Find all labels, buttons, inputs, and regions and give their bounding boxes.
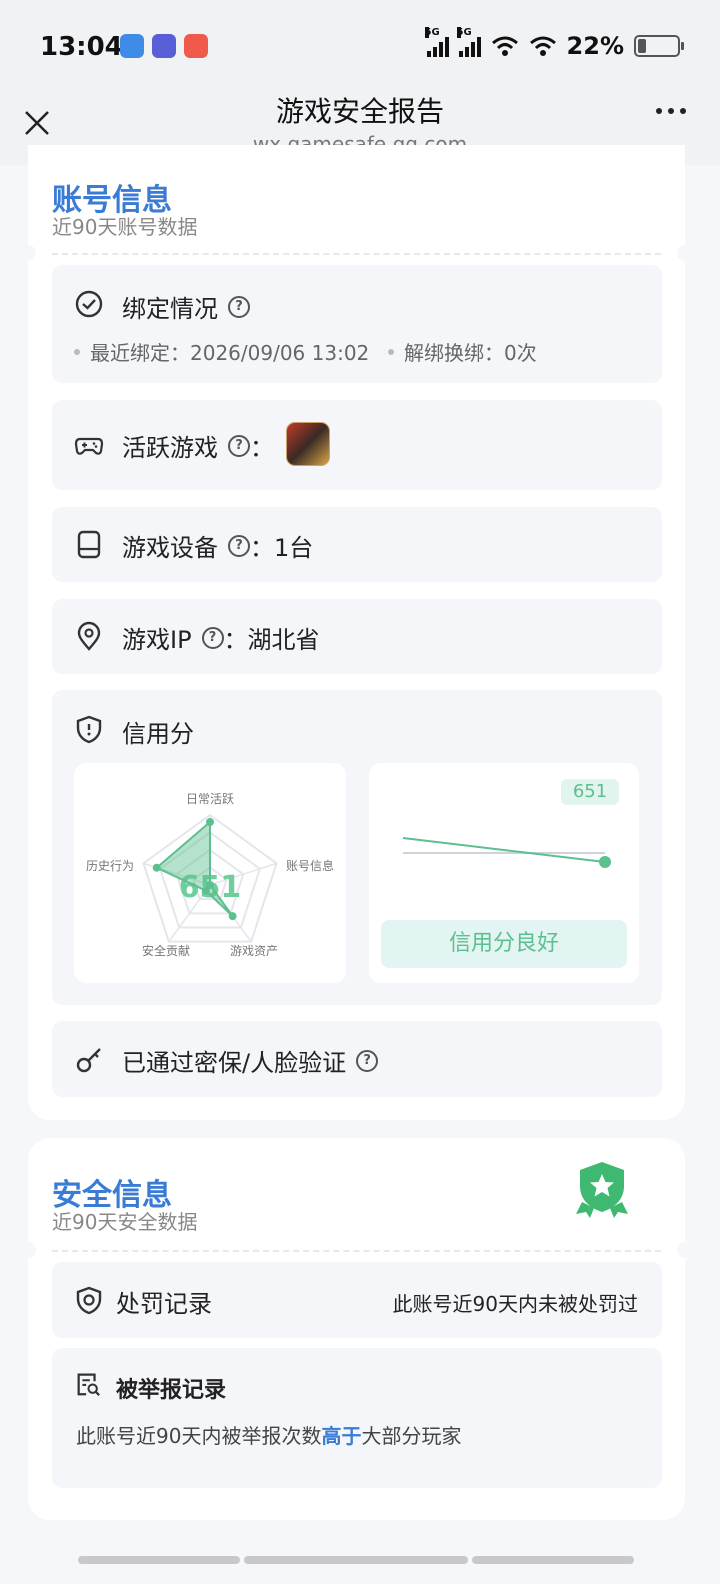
binding-label: 绑定情况 [122, 295, 218, 323]
status-right: 5G 5G 22% [424, 27, 684, 60]
cell-signal-icon-2: 5G [456, 27, 481, 57]
ip-label: 游戏IP [122, 626, 192, 654]
radar-point [152, 863, 161, 872]
credit-trend-chart [402, 837, 611, 868]
active-game-label-row: 活跃游戏 ? ： [122, 428, 274, 463]
card-notch-left [20, 245, 36, 261]
account-section-subtitle: 近90天账号数据 [52, 215, 198, 239]
status-bar: 13:04 5G 5G 22% [0, 0, 720, 90]
score-badge: 651 [561, 779, 619, 805]
shield-alert-icon [76, 715, 102, 744]
tablet-device-icon [77, 530, 101, 559]
active-game-colon: ： [250, 434, 274, 462]
help-icon[interactable]: ? [201, 626, 224, 649]
wifi-icon [491, 36, 518, 56]
shield-check-icon [76, 1286, 102, 1315]
key-icon [76, 1048, 101, 1073]
status-time: 13:04 [40, 32, 123, 62]
status-app-icons [120, 34, 208, 58]
ip-value: ：湖北省 [223, 626, 320, 654]
divider [52, 253, 661, 255]
bottom-scroll-indicator [78, 1556, 240, 1564]
card-notch-left [20, 1242, 36, 1258]
document-search-icon [77, 1373, 100, 1396]
report-text-suffix: 大部分玩家 [361, 1424, 462, 1448]
wifi-icon-2 [529, 36, 556, 56]
report-summary: 此账号近90天内被举报次数高于大部分玩家 [76, 1420, 461, 1449]
active-game-block: 活跃游戏 ? ： [52, 400, 662, 490]
recent-bind-text: 最近绑定：2026/09/06 13:02 [90, 341, 370, 365]
security-info-card: 安全信息 近90天安全数据 处罚记录 此账号近90天内未被处罚过 被举报记录 此… [20, 1138, 693, 1520]
security-badge-icon [576, 1162, 628, 1218]
page-title: 游戏安全报告 [275, 95, 444, 128]
cell-signal-icon: 5G [424, 27, 449, 57]
radar-point [228, 912, 237, 921]
binding-label-row: 绑定情况 ? [122, 289, 250, 324]
shop-app-icon [184, 34, 208, 58]
check-circle-icon [75, 290, 103, 318]
report-label: 被举报记录 [116, 1378, 227, 1403]
verification-block: 已通过密保/人脸验证 ? [52, 1021, 662, 1097]
divider [52, 1250, 661, 1252]
verification-label-row: 已通过密保/人脸验证 ? [122, 1043, 379, 1078]
active-game-label: 活跃游戏 [122, 434, 218, 462]
security-section-subtitle: 近90天安全数据 [52, 1210, 198, 1234]
credit-radar-chart: 651日常活跃账号信息游戏资产安全贡献历史行为 [86, 792, 334, 958]
credit-label: 信用分 [122, 720, 194, 748]
help-icon[interactable]: ? [228, 295, 250, 318]
help-icon[interactable]: ? [228, 534, 250, 557]
more-menu-icon[interactable] [656, 108, 686, 114]
battery-icon [634, 35, 684, 57]
ip-label-row: 游戏IP ? ：湖北省 [122, 620, 320, 655]
game-app-icon[interactable] [286, 422, 330, 466]
message-app-icon [120, 34, 144, 58]
binding-block: 绑定情况 ? 最近绑定：2026/09/06 13:02 解绑换绑：0次 [52, 265, 662, 383]
device-label: 游戏设备 [122, 534, 218, 562]
credit-score-block: 信用分 651 日常活跃账号信息游戏资产 安全贡献 历史行为 651 信用分良好 [52, 690, 662, 1005]
robot-app-icon [152, 34, 176, 58]
account-info-card: 账号信息 近90天账号数据 绑定情况 ? 最近绑定：2026/09/06 13:… [20, 145, 693, 1120]
bottom-scroll-indicator-3 [472, 1556, 634, 1564]
card-notch-right [677, 1242, 693, 1258]
penalty-value: 此账号近90天内未被处罚过 [392, 1292, 638, 1316]
verification-label: 已通过密保/人脸验证 [122, 1049, 347, 1077]
report-record-block[interactable]: 被举报记录 此账号近90天内被举报次数高于大部分玩家 [52, 1348, 662, 1488]
radar-point [201, 886, 210, 895]
card-notch-right [677, 245, 693, 261]
radar-point [206, 818, 214, 826]
help-icon[interactable]: ? [228, 434, 250, 457]
penalty-label: 处罚记录 [116, 1290, 212, 1318]
battery-percent: 22% [566, 32, 624, 60]
unbind-text: 解绑换绑：0次 [404, 341, 537, 365]
report-text-prefix: 此账号近90天内被举报次数 [76, 1424, 322, 1448]
game-ip-block: 游戏IP ? ：湖北省 [52, 599, 662, 674]
unbind-info: 解绑换绑：0次 [388, 337, 537, 366]
help-icon[interactable]: ? [356, 1049, 379, 1072]
game-device-block: 游戏设备 ? ：1台 [52, 507, 662, 582]
device-label-row: 游戏设备 ? ：1台 [122, 528, 313, 563]
radar-axis-label: 安全贡献 [142, 943, 190, 958]
credit-status-button[interactable]: 信用分良好 [381, 920, 627, 968]
gamepad-icon [74, 437, 104, 455]
recent-bind-info: 最近绑定：2026/09/06 13:02 [74, 337, 369, 366]
radar-axis-label: 游戏资产 [230, 944, 278, 958]
radar-axis-label: 账号信息 [286, 858, 334, 873]
credit-trend-panel: 651 信用分良好 [369, 763, 639, 983]
penalty-record-block[interactable]: 处罚记录 此账号近90天内未被处罚过 [52, 1262, 662, 1338]
radar-axis-label: 日常活跃 [186, 792, 234, 806]
report-text-highlight: 高于 [321, 1424, 362, 1448]
trend-line [402, 837, 606, 863]
device-value: ：1台 [250, 534, 314, 562]
location-pin-icon [77, 621, 101, 651]
radar-axis-label: 历史行为 [86, 859, 134, 873]
trend-point [599, 856, 611, 868]
bottom-scroll-indicator-2 [244, 1556, 468, 1564]
credit-radar-panel: 651日常活跃账号信息游戏资产安全贡献历史行为 [74, 763, 346, 983]
